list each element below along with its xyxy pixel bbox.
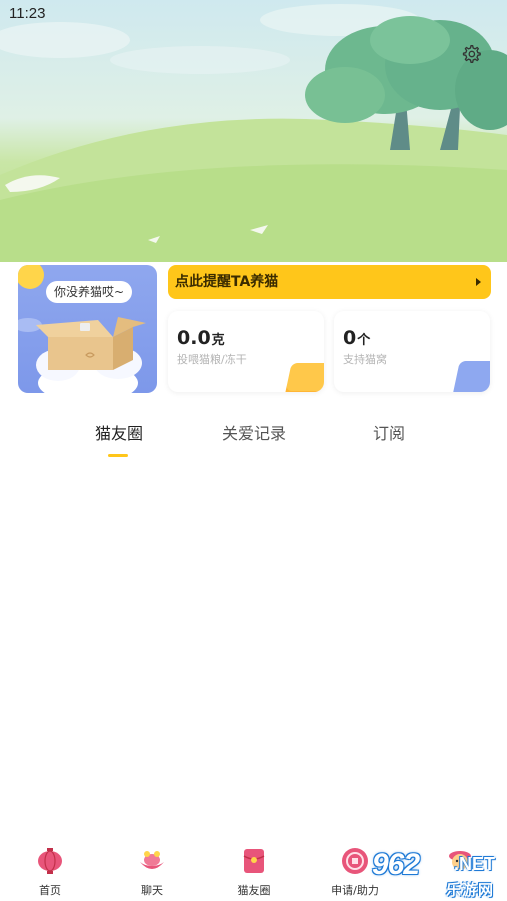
content-tabs: 猫友圈 关爱记录 订阅 (0, 418, 507, 462)
support-stat-card[interactable]: 0个 支持猫窝 (334, 311, 490, 392)
meadow-illustration (0, 4, 507, 262)
cat-speech-bubble: 你没养猫哎~ (46, 281, 133, 303)
food-stat-value: 0.0克 (177, 327, 225, 349)
arrow-right-icon (476, 278, 481, 286)
tab-cat-friends[interactable]: 猫友圈 (95, 418, 143, 450)
watermark-suffix: .NET (454, 854, 496, 874)
nav-chat-label: 聊天 (141, 884, 163, 897)
food-stat-card[interactable]: 0.0克 投喂猫粮/冻干 (168, 311, 324, 392)
watermark-number: 962 (372, 848, 420, 881)
status-time: 11:23 (9, 5, 46, 22)
support-stat-value: 0个 (343, 327, 370, 349)
coin-icon (342, 848, 368, 874)
food-value: 0.0 (177, 327, 211, 349)
remind-label: 点此提醒TA养猫 (175, 274, 279, 290)
site-watermark: 962 .NET 乐游网 (372, 848, 502, 899)
cat-status-card[interactable]: 你没养猫哎~ (18, 265, 157, 393)
food-tile-decoration (284, 363, 324, 392)
support-caption: 支持猫窝 (343, 353, 387, 366)
nav-cat-friends[interactable]: 猫友圈 (219, 840, 289, 901)
hero-banner: 11:23 (0, 0, 507, 262)
red-envelope-icon (243, 849, 265, 873)
nav-home-label: 首页 (39, 884, 61, 897)
food-caption: 投喂猫粮/冻干 (177, 353, 247, 366)
settings-button[interactable] (461, 44, 485, 68)
remind-adopt-button[interactable]: 点此提醒TA养猫 (168, 265, 491, 299)
watermark-cn: 乐游网 (446, 881, 495, 899)
nav-home[interactable]: 首页 (15, 840, 85, 901)
ingot-icon (140, 851, 164, 869)
nav-cat-friends-label: 猫友圈 (237, 884, 271, 897)
tab-active-indicator (108, 454, 128, 457)
food-unit: 克 (211, 333, 225, 348)
support-value: 0 (343, 327, 357, 349)
tab-care-records[interactable]: 关爱记录 (222, 418, 286, 450)
support-unit: 个 (357, 333, 371, 348)
lantern-icon (38, 848, 62, 874)
tab-subscriptions[interactable]: 订阅 (373, 418, 405, 450)
support-tile-decoration (452, 361, 490, 392)
nav-chat[interactable]: 聊天 (117, 840, 187, 901)
gear-icon (462, 45, 481, 63)
